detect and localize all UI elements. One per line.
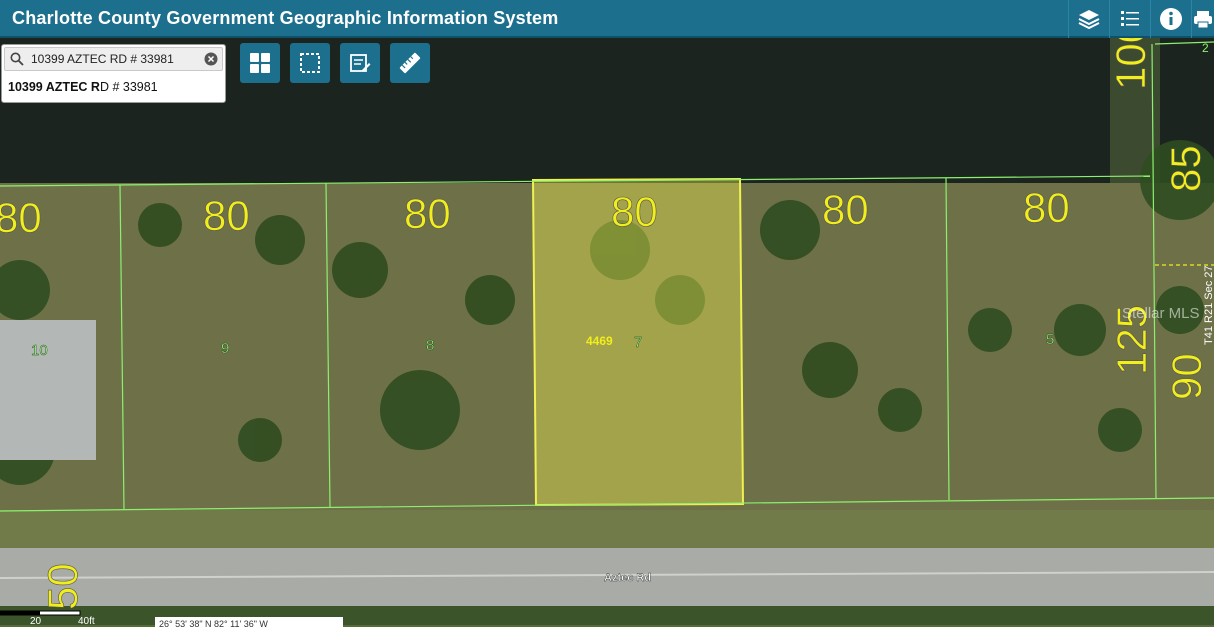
frontage-label: 80 <box>822 186 869 233</box>
frontage-label: 80 <box>404 190 451 237</box>
legend-list-icon[interactable] <box>1109 0 1150 38</box>
parcel-id-label: 4469 <box>586 334 613 348</box>
frontage-label: 80 <box>203 192 250 239</box>
selection-box-icon <box>300 53 320 73</box>
frontage-label: 80 <box>0 194 42 241</box>
header-toolbar <box>1068 0 1214 38</box>
grid-icon <box>250 53 270 73</box>
lot-number: 8 <box>426 337 434 354</box>
frontage-label: 80 <box>1023 184 1070 231</box>
dimension-label: 50 <box>39 563 86 610</box>
corner-label: 2 <box>1202 41 1209 55</box>
select-button[interactable] <box>290 43 330 83</box>
info-icon[interactable] <box>1150 0 1191 38</box>
search-suggestion[interactable]: 10399 AZTEC RD # 33981 <box>8 80 158 94</box>
lot-number: 10 <box>31 342 48 359</box>
ruler-icon <box>399 52 421 74</box>
lot-number: 9 <box>221 340 229 357</box>
app-title: Charlotte County Government Geographic I… <box>12 8 559 28</box>
house-roof <box>0 320 96 460</box>
scale-label: 20 <box>30 616 42 627</box>
search-query[interactable]: 10399 AZTEC RD # 33981 <box>31 52 174 66</box>
search-icon[interactable] <box>10 52 24 66</box>
search-widget: 10399 AZTEC RD # 33981 10399 AZTEC RD # … <box>1 44 226 103</box>
lot-number: 5 <box>1046 331 1054 348</box>
coordinate-readout: 26° 53' 38" N 82° 11' 36" W <box>155 617 343 627</box>
app-header: Charlotte County Government Geographic I… <box>0 0 1214 38</box>
frontage-label: 80 <box>611 188 658 235</box>
watermark: Stellar MLS <box>1122 305 1200 322</box>
road-label: Aztec Rd <box>604 572 651 584</box>
clear-icon[interactable] <box>204 52 218 66</box>
lot-number: 7 <box>634 334 642 351</box>
edit-document-icon <box>350 54 371 72</box>
dimension-label: 85 <box>1162 145 1209 192</box>
search-input[interactable]: 10399 AZTEC RD # 33981 <box>4 47 223 71</box>
basemap-gallery-button[interactable] <box>240 43 280 83</box>
print-icon[interactable] <box>1191 0 1214 38</box>
dimension-label: 90 <box>1163 353 1210 400</box>
section-label: T41 R21 Sec 27 <box>1203 266 1214 346</box>
layers-icon[interactable] <box>1068 0 1109 38</box>
scale-label: 40ft <box>78 616 95 627</box>
measure-button[interactable] <box>390 43 430 83</box>
edit-button[interactable] <box>340 43 380 83</box>
